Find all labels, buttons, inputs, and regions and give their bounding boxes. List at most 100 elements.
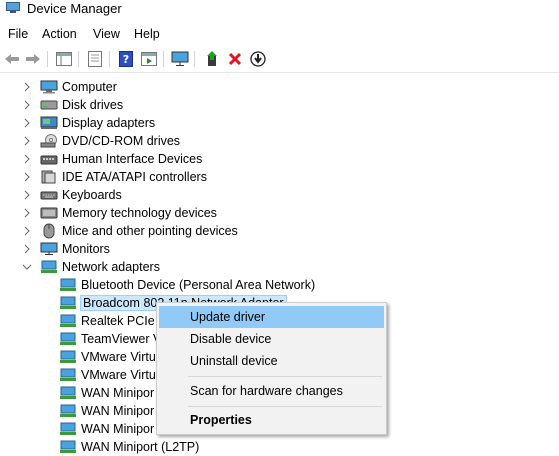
- tree-item-label: WAN Minipor: [81, 386, 155, 400]
- tree-item-monitors[interactable]: Monitors: [24, 240, 110, 258]
- tree-item-network-device[interactable]: WAN Minipor: [59, 384, 154, 402]
- tree-item-hid[interactable]: Human Interface Devices: [24, 150, 203, 168]
- window-title: Device Manager: [27, 1, 122, 16]
- network-adapter-icon: [59, 386, 77, 400]
- forward-arrow-icon[interactable]: [24, 50, 42, 68]
- update-driver-icon[interactable]: [203, 50, 221, 68]
- memory-icon: [40, 206, 58, 220]
- menu-action[interactable]: Action: [42, 27, 77, 41]
- toolbar: ?: [0, 46, 559, 73]
- menu-view[interactable]: View: [93, 27, 120, 41]
- chevron-right-icon[interactable]: [22, 100, 32, 110]
- scan-hardware-menu-item[interactable]: Scan for hardware changes: [159, 380, 384, 402]
- disk-drive-icon: [40, 98, 58, 112]
- tree-item-label: Human Interface Devices: [62, 152, 203, 166]
- tree-item-label: VMware Virtua: [81, 368, 163, 382]
- chevron-right-icon[interactable]: [22, 136, 32, 146]
- tree-item-label: Computer: [62, 80, 117, 94]
- network-adapter-icon: [59, 368, 77, 382]
- menu-separator: [188, 376, 382, 377]
- toolbar-separator: [109, 51, 110, 67]
- tree-item-label: VMware Virtua: [81, 350, 163, 364]
- tree-item-label: Network adapters: [62, 260, 160, 274]
- tree-item-network-device[interactable]: WAN Minipor: [59, 402, 154, 420]
- tree-item-label: Monitors: [62, 242, 110, 256]
- menu-item-label: Update driver: [190, 310, 266, 324]
- tree-item-ide-controllers[interactable]: IDE ATA/ATAPI controllers: [24, 168, 207, 186]
- tree-item-memory-devices[interactable]: Memory technology devices: [24, 204, 217, 222]
- update-driver-menu-item[interactable]: Update driver: [159, 306, 384, 328]
- tree-item-label: TeamViewer V: [81, 332, 162, 346]
- tree-item-network-adapters[interactable]: Network adapters: [22, 258, 160, 276]
- action-pane-icon[interactable]: [140, 50, 158, 68]
- network-adapter-icon: [59, 422, 77, 436]
- tree-item-label: IDE ATA/ATAPI controllers: [62, 170, 207, 184]
- tree-item-network-device[interactable]: VMware Virtua: [59, 348, 163, 366]
- dvd-icon: [40, 134, 58, 148]
- tree-item-label: Mice and other pointing devices: [62, 224, 238, 238]
- network-adapter-icon: [59, 314, 77, 328]
- uninstall-icon[interactable]: [226, 50, 244, 68]
- properties-menu-item[interactable]: Properties: [159, 409, 384, 431]
- menu-item-label: Disable device: [190, 332, 272, 346]
- chevron-right-icon[interactable]: [22, 190, 32, 200]
- tree-item-mice[interactable]: Mice and other pointing devices: [24, 222, 238, 240]
- download-icon[interactable]: [249, 50, 267, 68]
- tree-item-network-device[interactable]: Realtek PCIe G: [59, 312, 168, 330]
- tree-item-computer[interactable]: Computer: [24, 78, 117, 96]
- monitor-icon[interactable]: [171, 50, 189, 68]
- tree-item-network-device[interactable]: WAN Minipor: [59, 420, 154, 438]
- tree-item-disk-drives[interactable]: Disk drives: [24, 96, 124, 114]
- toolbar-separator: [47, 51, 48, 67]
- tree-item-network-device[interactable]: Bluetooth Device (Personal Area Network): [59, 276, 315, 294]
- menu-bar: File Action View Help: [0, 25, 559, 45]
- chevron-right-icon[interactable]: [22, 244, 32, 254]
- menu-item-label: Properties: [190, 413, 252, 427]
- help-icon[interactable]: ?: [117, 50, 135, 68]
- chevron-right-icon[interactable]: [22, 208, 32, 218]
- tree-item-label: Disk drives: [62, 98, 124, 112]
- menu-item-label: Scan for hardware changes: [190, 384, 343, 398]
- chevron-down-icon[interactable]: [22, 262, 32, 272]
- toolbar-separator: [194, 51, 195, 67]
- context-menu: Update driver Disable device Uninstall d…: [156, 302, 387, 435]
- device-manager-icon: [6, 2, 20, 13]
- chevron-right-icon[interactable]: [22, 82, 32, 92]
- hid-icon: [40, 152, 58, 166]
- disable-device-menu-item[interactable]: Disable device: [159, 328, 384, 350]
- uninstall-device-menu-item[interactable]: Uninstall device: [159, 350, 384, 372]
- chevron-right-icon[interactable]: [22, 226, 32, 236]
- network-adapter-icon: [59, 350, 77, 364]
- toolbar-separator: [78, 51, 79, 67]
- chevron-right-icon[interactable]: [22, 154, 32, 164]
- menu-file[interactable]: File: [8, 27, 28, 41]
- network-adapter-icon: [59, 296, 77, 310]
- tree-item-label: Keyboards: [62, 188, 122, 202]
- tree-item-label: Bluetooth Device (Personal Area Network): [81, 278, 316, 292]
- tree-item-dvd-drives[interactable]: DVD/CD-ROM drives: [24, 132, 181, 150]
- tree-item-display-adapters[interactable]: Display adapters: [24, 114, 156, 132]
- toolbar-separator: [163, 51, 164, 67]
- tree-item-keyboards[interactable]: Keyboards: [24, 186, 122, 204]
- network-adapter-icon: [59, 440, 77, 454]
- tree-item-network-device[interactable]: WAN Miniport (L2TP): [59, 438, 199, 456]
- svg-text:?: ?: [123, 53, 129, 66]
- tree-item-label: Memory technology devices: [62, 206, 217, 220]
- properties-sheet-icon[interactable]: [86, 50, 104, 68]
- menu-item-label: Uninstall device: [190, 354, 278, 368]
- tree-item-label: Realtek PCIe G: [81, 314, 168, 328]
- ide-icon: [40, 170, 58, 184]
- tree-item-network-device[interactable]: TeamViewer V: [59, 330, 161, 348]
- menu-help[interactable]: Help: [134, 27, 160, 41]
- monitor-icon: [40, 242, 58, 256]
- show-hide-tree-icon[interactable]: [55, 50, 73, 68]
- tree-item-network-device[interactable]: VMware Virtua: [59, 366, 163, 384]
- chevron-right-icon[interactable]: [22, 172, 32, 182]
- tree-item-label: DVD/CD-ROM drives: [62, 134, 181, 148]
- network-adapter-icon: [59, 332, 77, 346]
- tree-item-label: Display adapters: [62, 116, 156, 130]
- chevron-right-icon[interactable]: [22, 118, 32, 128]
- back-arrow-icon[interactable]: [3, 50, 21, 68]
- network-adapter-icon: [40, 260, 58, 274]
- menu-separator: [188, 406, 382, 407]
